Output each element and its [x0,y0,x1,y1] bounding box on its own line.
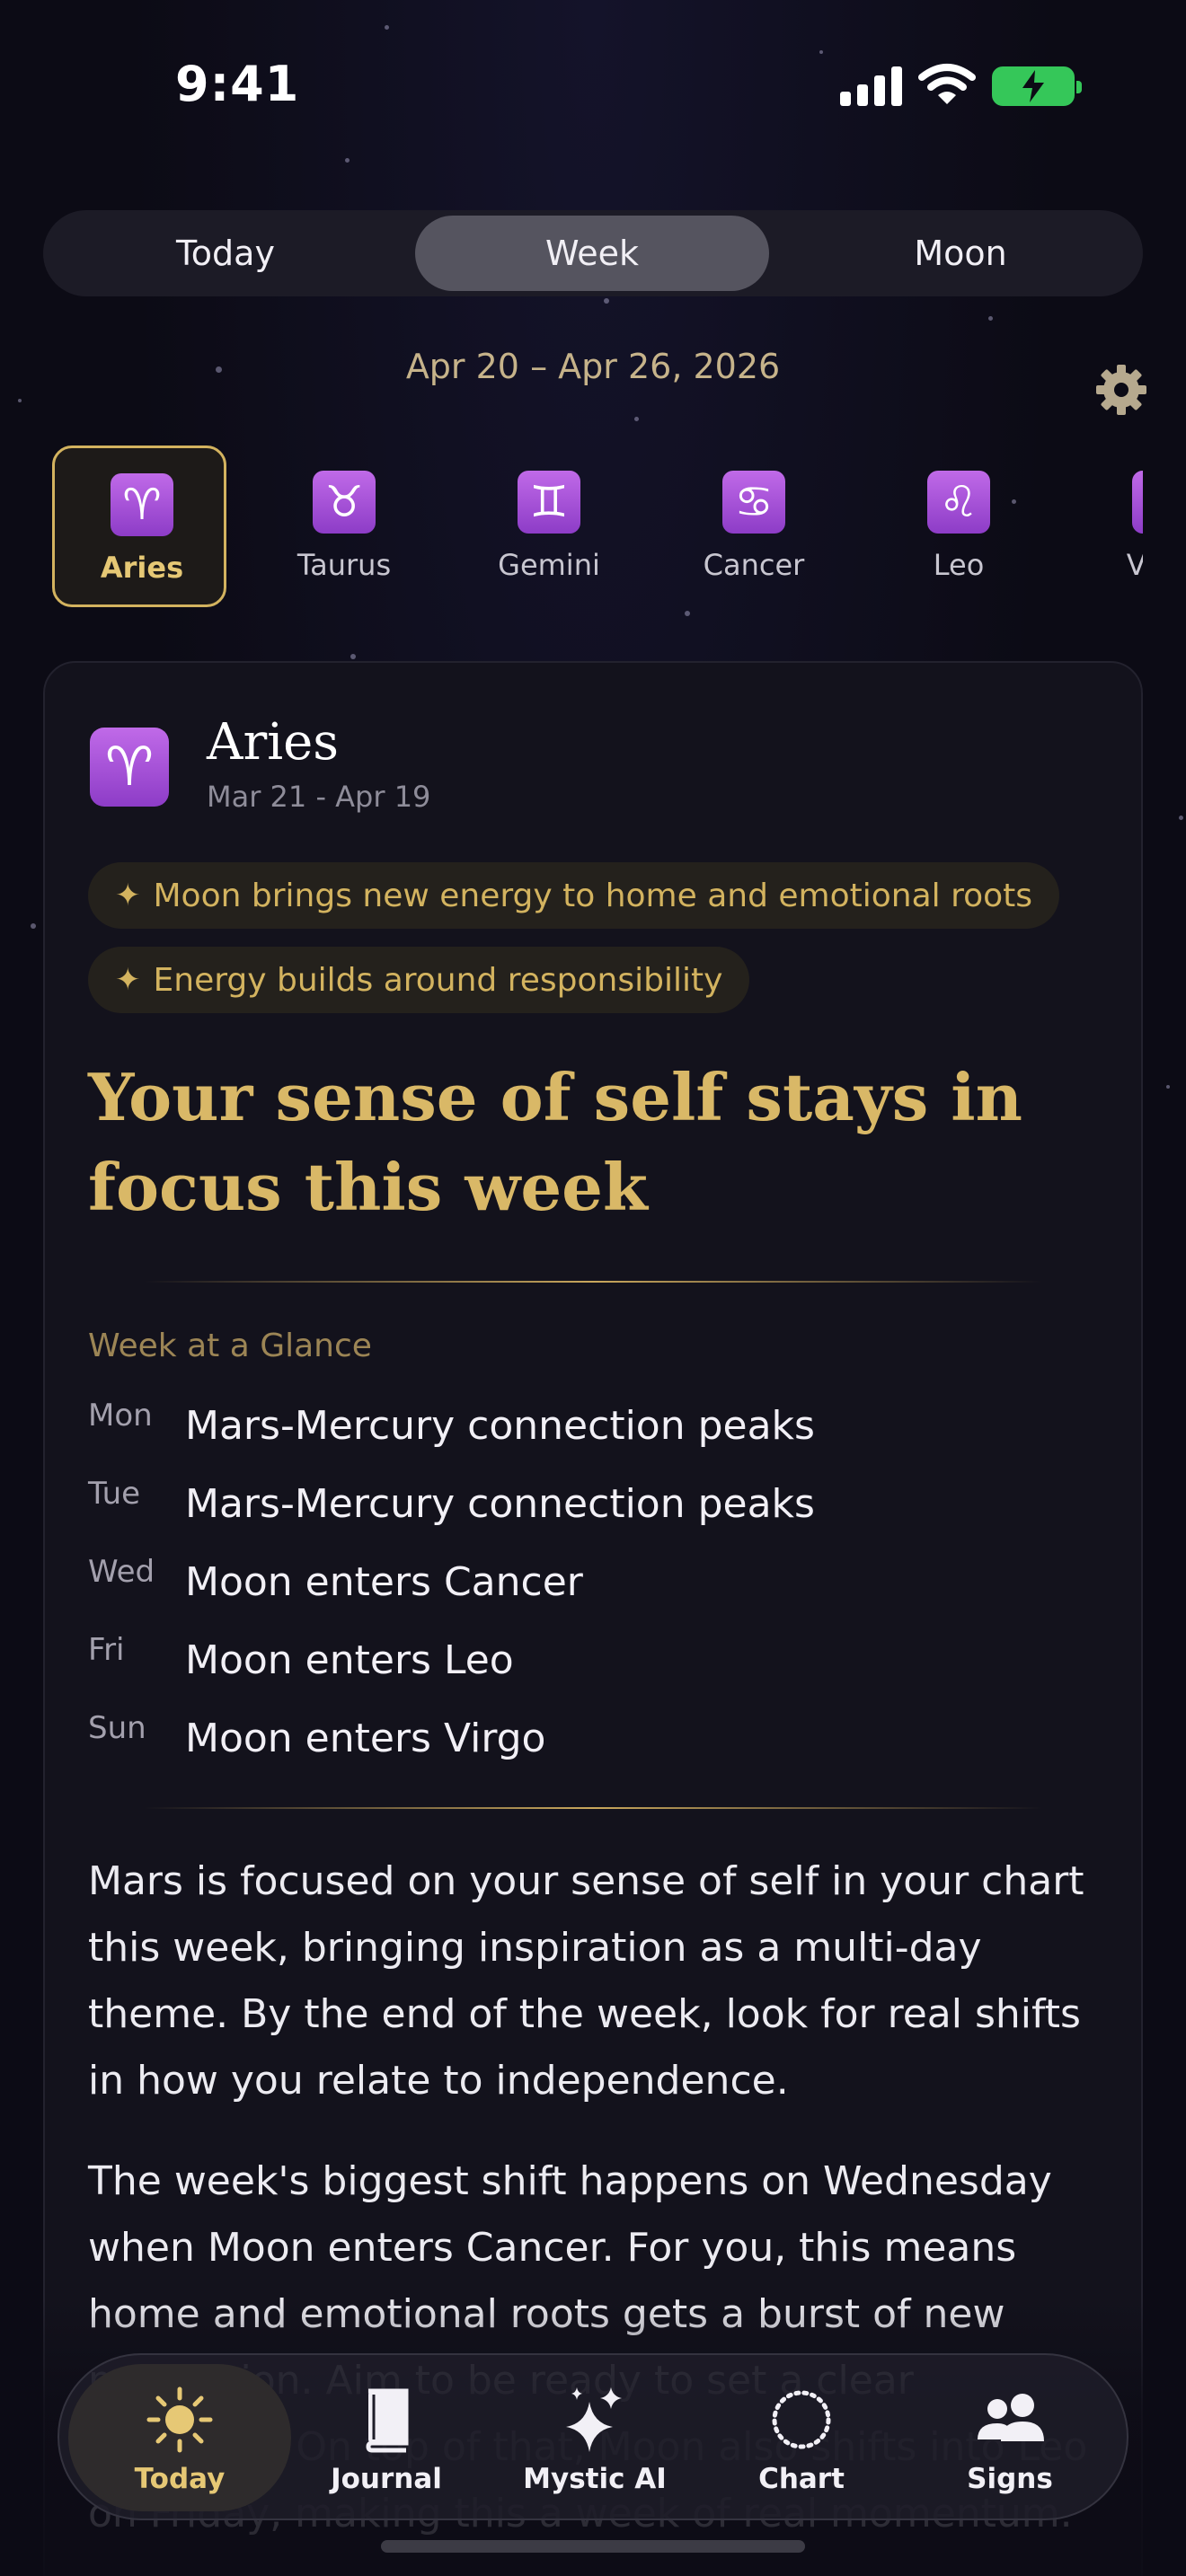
cancer-icon: ♋ [722,471,785,534]
sparkles-icon [566,2387,622,2452]
sparkle-icon: ✦ [115,878,141,913]
glance-row: Mon Mars-Mercury connection peaks [88,1398,1094,1451]
horoscope-screen: 9:41 Today Week Moon Apr 20 – Apr 26, 20… [0,0,1186,2576]
divider [144,1807,1042,1809]
sign-item-aries[interactable]: ♈ Aries [52,446,226,607]
glance-row: Tue Mars-Mercury connection peaks [88,1476,1094,1530]
sign-item-label: Leo [933,548,985,582]
star-decoration [350,654,356,659]
glance-event: Mars-Mercury connection peaks [185,1481,815,1527]
book-icon [366,2388,409,2453]
star-decoration [1166,1085,1170,1089]
glance-day: Mon [88,1398,153,1434]
taurus-icon: ♉ [313,471,376,534]
tab-week[interactable]: Week [415,216,769,291]
nav-label: Journal [331,2463,442,2495]
nav-signs[interactable]: Signs [898,2364,1121,2511]
period-segmented-control: Today Week Moon [43,210,1143,296]
horoscope-card: ♈ Aries Mar 21 - Apr 19 ✦ Moon brings ne… [43,661,1143,2576]
forecast-paragraph: Mars is focused on your sense of self in… [88,1858,1084,2104]
highlight-pill: ✦ Energy builds around responsibility [88,947,750,1013]
weekly-headline: Your sense of self stays in focus this w… [88,1059,1022,1225]
nav-mystic-ai[interactable]: Mystic AI [483,2364,706,2511]
sign-item-cancer[interactable]: ♋ Cancer [667,446,841,607]
glance-day: Sun [88,1710,146,1746]
star-decoration [18,399,22,402]
sign-item-label: Virgo [1126,548,1143,582]
highlight-text: Moon brings new energy to home and emoti… [153,877,1033,914]
sparkle-icon: ✦ [115,962,141,998]
aries-icon: ♈ [111,473,173,536]
sign-picker: ♈ Aries ♉ Taurus ♊ Gemini ♋ Cancer ♌ Leo… [0,446,1143,609]
nav-label: Today [134,2463,226,2495]
bottom-tab-bar: Today Journal Mystic AI Chart Signs [58,2353,1128,2520]
wifi-icon [918,64,976,104]
nav-label: Chart [758,2463,845,2495]
gemini-icon: ♊ [518,471,580,534]
chart-circle-icon [772,2390,831,2449]
sign-item-label: Taurus [296,548,392,582]
glance-title: Week at a Glance [88,1328,372,1364]
battery-charging-icon [992,66,1082,106]
nav-today[interactable]: Today [68,2364,291,2511]
star-decoration [634,417,639,421]
tab-today[interactable]: Today [49,216,403,291]
star-decoration [1179,816,1183,820]
sign-item-label: Aries [100,551,184,585]
star-decoration [604,298,609,304]
date-range: Apr 20 – Apr 26, 2026 [405,347,781,386]
star-decoration [685,611,690,616]
aries-icon: ♈ [90,728,169,807]
glance-row: Wed Moon enters Cancer [88,1554,1094,1608]
nav-label: Signs [967,2463,1053,2495]
nav-chart[interactable]: Chart [690,2364,913,2511]
highlight-text: Energy builds around responsibility [153,961,723,999]
status-bar: 9:41 [0,0,1186,162]
glance-event: Moon enters Leo [185,1637,514,1683]
glance-row: Fri Moon enters Leo [88,1632,1094,1686]
people-icon [978,2394,1044,2441]
nav-journal[interactable]: Journal [275,2364,498,2511]
sign-item-gemini[interactable]: ♊ Gemini [462,446,636,607]
glance-day: Fri [88,1632,125,1668]
star-decoration [988,316,993,321]
highlight-pill: ✦ Moon brings new energy to home and emo… [88,862,1060,929]
sign-title: Aries [207,713,339,772]
status-time: 9:41 [175,56,300,112]
sign-dates: Mar 21 - Apr 19 [207,780,431,814]
sun-icon [146,2386,213,2453]
home-indicator[interactable] [381,2540,805,2553]
glance-day: Tue [88,1476,141,1512]
glance-event: Moon enters Cancer [185,1559,583,1605]
divider [144,1281,1042,1283]
sign-item-label: Cancer [703,548,805,582]
gear-icon[interactable] [1094,363,1148,417]
nav-label: Mystic AI [523,2463,667,2495]
star-decoration [31,923,36,929]
leo-icon: ♌ [927,471,990,534]
sign-item-leo[interactable]: ♌ Leo [872,446,1046,607]
sign-item-taurus[interactable]: ♉ Taurus [257,446,431,607]
sign-item-virgo[interactable]: ♍ Virgo [1076,446,1143,607]
virgo-icon: ♍ [1132,471,1143,534]
glance-event: Moon enters Virgo [185,1716,546,1761]
glance-row: Sun Moon enters Virgo [88,1710,1094,1764]
sign-item-label: Gemini [498,548,600,582]
glance-event: Mars-Mercury connection peaks [185,1403,815,1449]
glance-day: Wed [88,1554,155,1590]
tab-moon[interactable]: Moon [783,216,1137,291]
cellular-signal-icon [840,65,903,106]
